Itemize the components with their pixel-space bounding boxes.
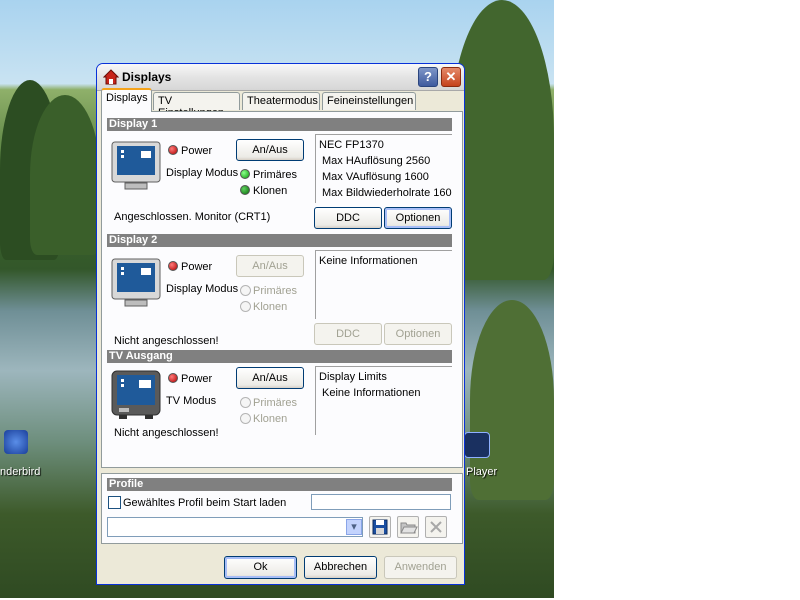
profile-dropdown-button[interactable]: ▾ (346, 519, 362, 535)
display2-clone-radio[interactable] (240, 301, 251, 312)
display1-mode-label: Display Modus (166, 167, 239, 179)
load-profile-checkbox[interactable] (108, 496, 121, 509)
display1-power-led (168, 145, 178, 155)
tab-theatermodus[interactable]: Theatermodus (242, 92, 320, 110)
apply-button[interactable]: Anwenden (384, 556, 457, 579)
save-icon (372, 519, 388, 535)
display2-power-label: Power (181, 261, 213, 273)
folder-open-icon (400, 522, 418, 534)
save-profile-button[interactable] (369, 516, 391, 538)
display1-power-label: Power (181, 145, 213, 157)
profile-name-field[interactable] (311, 494, 451, 510)
title-bar[interactable]: Displays ? ✕ (97, 64, 464, 91)
tv-info-text: Keine Informationen (322, 387, 421, 399)
tv-primary-label: Primäres (253, 397, 298, 409)
window-title: Displays (122, 70, 172, 84)
tree (450, 0, 554, 280)
display1-options-button[interactable]: Optionen (384, 207, 452, 229)
display2-primary-radio[interactable] (240, 285, 251, 296)
tab-displays[interactable]: Displays (101, 88, 152, 112)
help-button[interactable]: ? (418, 67, 438, 87)
monitor-icon (111, 141, 161, 190)
display1-status: Angeschlossen. Monitor (CRT1) (114, 211, 271, 223)
load-profile-label: Gewähltes Profil beim Start laden (123, 497, 287, 509)
display1-onoff-button[interactable]: An/Aus (236, 139, 304, 161)
display1-clone-radio[interactable] (240, 185, 250, 195)
delete-profile-button[interactable] (425, 516, 447, 538)
display1-header: Display 1 (107, 118, 452, 131)
display2-status: Nicht angeschlossen! (114, 335, 219, 347)
tv-mode-label: TV Modus (166, 395, 217, 407)
display2-power-led (168, 261, 178, 271)
cancel-button[interactable]: Abbrechen (304, 556, 377, 579)
display2-options-button[interactable]: Optionen (384, 323, 452, 345)
ok-button[interactable]: Ok (224, 556, 297, 579)
close-button[interactable]: ✕ (441, 67, 461, 87)
display1-info-model: NEC FP1370 (319, 139, 384, 151)
tv-clone-radio[interactable] (240, 413, 251, 424)
display1-clone-label: Klonen (253, 185, 288, 197)
tree (30, 95, 100, 255)
player-icon[interactable] (464, 432, 490, 458)
desktop-icon-label[interactable]: nderbird (0, 466, 40, 478)
display1-primary-radio[interactable] (240, 169, 250, 179)
tv-clone-label: Klonen (253, 413, 288, 425)
tv-header: TV Ausgang (107, 350, 452, 363)
display2-primary-label: Primäres (253, 285, 298, 297)
display2-onoff-button[interactable]: An/Aus (236, 255, 304, 277)
display1-info-vres: Max VAuflösung 1600 (322, 171, 429, 183)
tab-feineinstellungen[interactable]: Feineinstellungen (322, 92, 416, 110)
tv-power-label: Power (181, 373, 213, 385)
delete-icon (430, 521, 442, 533)
display2-ddc-button[interactable]: DDC (314, 323, 382, 345)
tv-onoff-button[interactable]: An/Aus (236, 367, 304, 389)
tab-tv-einstellungen[interactable]: TV Einstellungen (153, 92, 240, 119)
display1-primary-label: Primäres (253, 169, 298, 181)
tv-primary-radio[interactable] (240, 397, 251, 408)
display2-clone-label: Klonen (253, 301, 288, 313)
thunderbird-icon[interactable] (4, 430, 28, 454)
tv-status: Nicht angeschlossen! (114, 427, 219, 439)
tv-power-led (168, 373, 178, 383)
tv-info-title: Display Limits (319, 371, 387, 383)
profile-header: Profile (107, 478, 452, 491)
tv-icon (111, 370, 161, 419)
display1-info-refresh: Max Bildwiederholrate 160 (322, 187, 452, 199)
open-profile-button[interactable] (397, 516, 419, 538)
display2-mode-label: Display Modus (166, 283, 239, 295)
profile-select[interactable] (107, 517, 363, 537)
house-icon (103, 69, 119, 85)
display1-ddc-button[interactable]: DDC (314, 207, 382, 229)
desktop-icon-label[interactable]: Player (466, 466, 497, 478)
display1-info-hres: Max HAuflösung 2560 (322, 155, 431, 167)
display2-header: Display 2 (107, 234, 452, 247)
monitor-icon (111, 258, 161, 307)
display2-info-text: Keine Informationen (319, 255, 418, 267)
